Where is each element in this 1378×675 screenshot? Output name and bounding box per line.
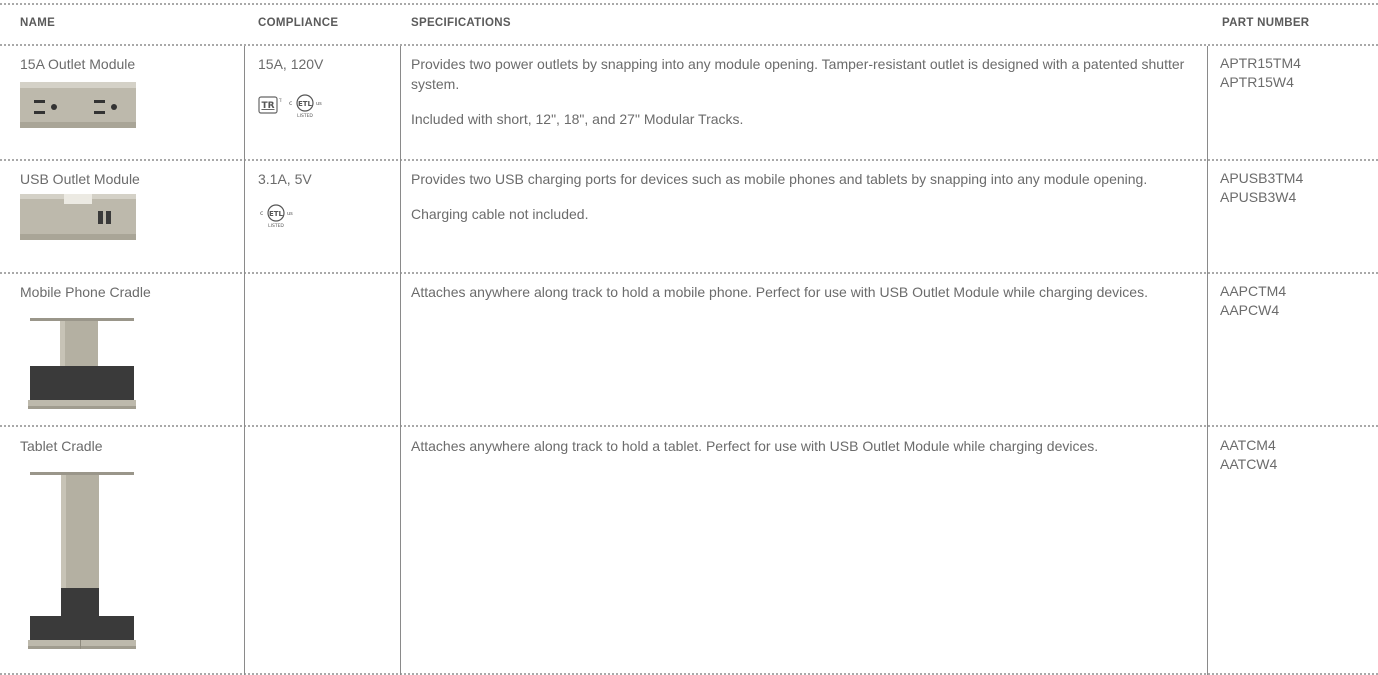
part-number: APUSB3TM4 bbox=[1220, 170, 1304, 186]
svg-text:ETL: ETL bbox=[298, 100, 313, 108]
product-name: 15A Outlet Module bbox=[20, 56, 136, 72]
spec-paragraph: Charging cable not included. bbox=[411, 206, 589, 222]
svg-text:TR: TR bbox=[261, 101, 274, 111]
header-bottom-rule bbox=[0, 44, 1378, 46]
spec-text: Attaches anywhere along track to hold a … bbox=[411, 282, 1196, 317]
part-number: APTR15W4 bbox=[1220, 74, 1294, 90]
part-number: AAPCW4 bbox=[1220, 302, 1280, 318]
compliance-rating: 15A, 120V bbox=[258, 56, 324, 72]
spec-paragraph: Provides two USB charging ports for devi… bbox=[411, 171, 1148, 187]
row-divider bbox=[0, 272, 1378, 274]
product-name: Mobile Phone Cradle bbox=[20, 284, 151, 300]
svg-text:LISTED: LISTED bbox=[268, 223, 284, 229]
part-number: AATCM4 bbox=[1220, 437, 1276, 453]
header-compliance: COMPLIANCE bbox=[258, 17, 339, 29]
spec-paragraph: Attaches anywhere along track to hold a … bbox=[411, 438, 1099, 454]
svg-text:LISTED: LISTED bbox=[297, 113, 313, 119]
part-numbers: APTR15TM4 APTR15W4 bbox=[1220, 54, 1301, 92]
part-numbers: APUSB3TM4 APUSB3W4 bbox=[1220, 169, 1303, 207]
part-number: AATCW4 bbox=[1220, 456, 1278, 472]
header-part-number: PART NUMBER bbox=[1222, 17, 1310, 29]
part-numbers: AAPCTM4 AAPCW4 bbox=[1220, 282, 1286, 320]
column-separator bbox=[1207, 46, 1208, 675]
etl-listed-icon: c ETL us LISTED bbox=[289, 94, 322, 119]
svg-text:TM: TM bbox=[278, 98, 282, 103]
part-number: APTR15TM4 bbox=[1220, 55, 1301, 71]
column-separator bbox=[400, 46, 401, 675]
compliance-rating: 3.1A, 5V bbox=[258, 171, 312, 187]
tablet-cradle-image bbox=[28, 472, 136, 649]
spec-text: Provides two USB charging ports for devi… bbox=[411, 169, 1196, 239]
row-divider bbox=[0, 159, 1378, 161]
spec-paragraph: Included with short, 12", 18", and 27" M… bbox=[411, 111, 744, 127]
product-name: USB Outlet Module bbox=[20, 171, 140, 187]
column-separator bbox=[244, 46, 245, 675]
tr-mark-icon: TR TM bbox=[258, 96, 282, 114]
header-name: NAME bbox=[20, 17, 56, 29]
svg-text:us: us bbox=[287, 211, 293, 217]
part-number: AAPCTM4 bbox=[1220, 283, 1287, 299]
part-numbers: AATCM4 AATCW4 bbox=[1220, 436, 1277, 474]
row-divider bbox=[0, 425, 1378, 427]
etl-listed-icon: c ETL us LISTED bbox=[260, 204, 293, 229]
spec-paragraph: Provides two power outlets by snapping i… bbox=[411, 56, 1185, 92]
phone-cradle-image bbox=[28, 318, 136, 409]
part-number: APUSB3W4 bbox=[1220, 189, 1297, 205]
spec-text: Attaches anywhere along track to hold a … bbox=[411, 436, 1196, 471]
svg-text:ETL: ETL bbox=[269, 210, 284, 218]
spec-text: Provides two power outlets by snapping i… bbox=[411, 54, 1196, 144]
product-name: Tablet Cradle bbox=[20, 438, 103, 454]
spec-paragraph: Attaches anywhere along track to hold a … bbox=[411, 284, 1148, 300]
header-top-rule bbox=[0, 3, 1378, 5]
svg-text:us: us bbox=[316, 101, 322, 107]
outlet-module-image bbox=[20, 82, 136, 128]
svg-text:c: c bbox=[289, 100, 292, 107]
header-specifications: SPECIFICATIONS bbox=[411, 17, 511, 29]
svg-text:c: c bbox=[260, 210, 263, 217]
usb-module-image bbox=[20, 194, 136, 240]
